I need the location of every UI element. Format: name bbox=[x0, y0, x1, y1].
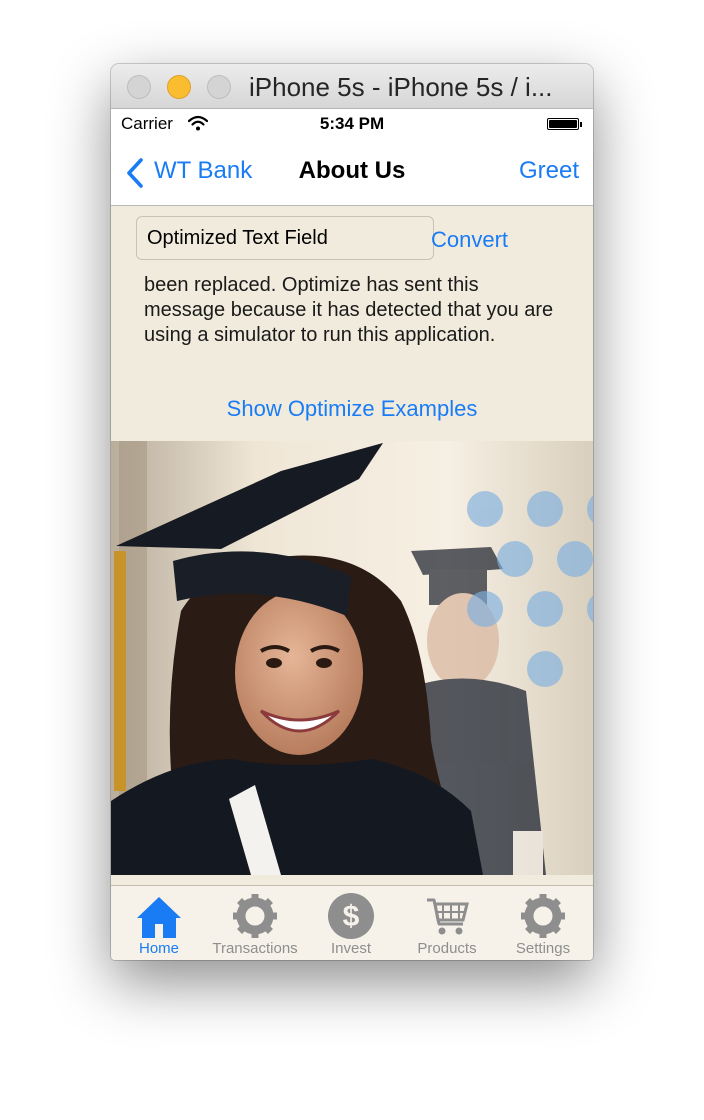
status-bar: Carrier 5:34 PM bbox=[111, 109, 593, 139]
battery-tip bbox=[580, 122, 582, 127]
cart-icon bbox=[427, 898, 469, 935]
tab-settings[interactable]: Settings bbox=[495, 886, 591, 960]
gear-icon bbox=[233, 894, 277, 938]
tab-invest[interactable]: $ Invest bbox=[303, 886, 399, 960]
window-title: iPhone 5s - iPhone 5s / i... bbox=[249, 72, 553, 102]
tab-products[interactable]: Products bbox=[399, 886, 495, 960]
tab-bar: Home Transactions $ Invest Products Sett… bbox=[111, 885, 593, 960]
tab-home[interactable]: Home bbox=[111, 886, 207, 960]
show-optimize-examples-link[interactable]: Show Optimize Examples bbox=[111, 396, 593, 422]
tab-label: Transactions bbox=[212, 940, 298, 957]
close-window-button[interactable] bbox=[127, 75, 151, 99]
graduate-photo bbox=[111, 441, 593, 875]
tab-label: Products bbox=[417, 940, 477, 957]
greet-button[interactable]: Greet bbox=[519, 157, 579, 185]
navigation-bar: WT Bank About Us Greet bbox=[111, 139, 593, 206]
tab-label: Home bbox=[138, 940, 179, 957]
simulator-window: iPhone 5s - iPhone 5s / i... Carrier 5:3… bbox=[111, 64, 593, 960]
simulator-message: been replaced. Optimize has sent this me… bbox=[144, 274, 554, 346]
zoom-window-button[interactable] bbox=[207, 75, 231, 99]
tab-label: Invest bbox=[330, 940, 372, 957]
gear-icon bbox=[521, 894, 565, 938]
home-icon bbox=[137, 897, 181, 938]
battery-icon bbox=[547, 118, 579, 130]
minimize-window-button[interactable] bbox=[167, 75, 191, 99]
device-screen: Carrier 5:34 PM WT Bank About Us Greet O… bbox=[111, 109, 593, 960]
tab-transactions[interactable]: Transactions bbox=[207, 886, 303, 960]
tab-label: Settings bbox=[515, 940, 571, 957]
status-time: 5:34 PM bbox=[319, 114, 385, 133]
dollar-icon: $ bbox=[328, 893, 374, 939]
svg-text:$: $ bbox=[343, 900, 360, 933]
optimized-text-field[interactable]: Optimized Text Field bbox=[136, 216, 434, 260]
window-titlebar: iPhone 5s - iPhone 5s / i... bbox=[111, 64, 593, 109]
convert-button[interactable]: Convert bbox=[431, 227, 508, 253]
